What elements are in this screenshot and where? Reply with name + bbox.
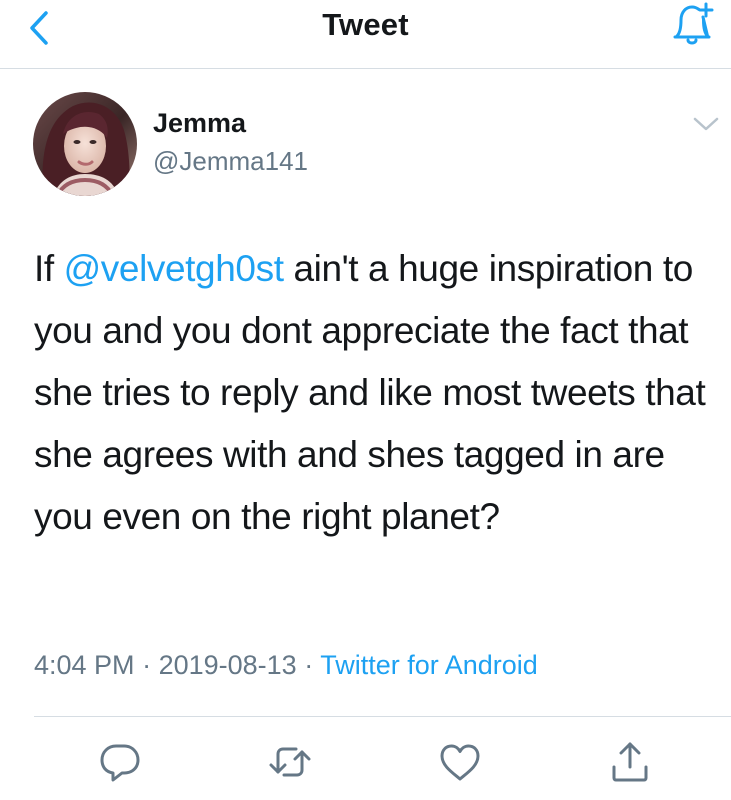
heart-icon — [440, 744, 480, 781]
mention-link[interactable]: @velvetgh0st — [64, 248, 284, 289]
notifications-toggle-button[interactable] — [662, 0, 722, 50]
reply-button[interactable] — [96, 738, 144, 786]
meta-separator: · — [134, 650, 159, 680]
profile-photo — [33, 92, 137, 196]
tweet-text: If @velvetgh0st ain't a huge inspiration… — [34, 238, 724, 548]
author-name[interactable]: Jemma — [153, 108, 246, 139]
chevron-down-icon — [693, 117, 719, 131]
reply-icon — [100, 744, 140, 782]
tweet-text-start: If — [34, 248, 64, 289]
retweet-button[interactable] — [266, 738, 314, 786]
share-icon — [612, 742, 648, 782]
divider — [34, 716, 731, 717]
meta-separator: · — [296, 650, 321, 680]
tweet-date: 2019-08-13 — [158, 650, 297, 680]
author-handle[interactable]: @Jemma141 — [153, 146, 308, 177]
more-options-button[interactable] — [690, 112, 722, 136]
share-button[interactable] — [606, 738, 654, 786]
page-title: Tweet — [322, 7, 409, 42]
tweet-text-rest: ain't a huge inspiration to you and you … — [34, 248, 706, 537]
tweet-source-link[interactable]: Twitter for Android — [320, 650, 538, 680]
bell-plus-icon — [673, 2, 714, 45]
nav-bar: Tweet — [0, 0, 731, 69]
like-button[interactable] — [436, 738, 484, 786]
tweet-metadata: 4:04 PM · 2019-08-13 · Twitter for Andro… — [34, 650, 538, 681]
avatar[interactable] — [33, 92, 137, 196]
tweet-time: 4:04 PM — [34, 650, 135, 680]
retweet-icon — [269, 747, 311, 777]
